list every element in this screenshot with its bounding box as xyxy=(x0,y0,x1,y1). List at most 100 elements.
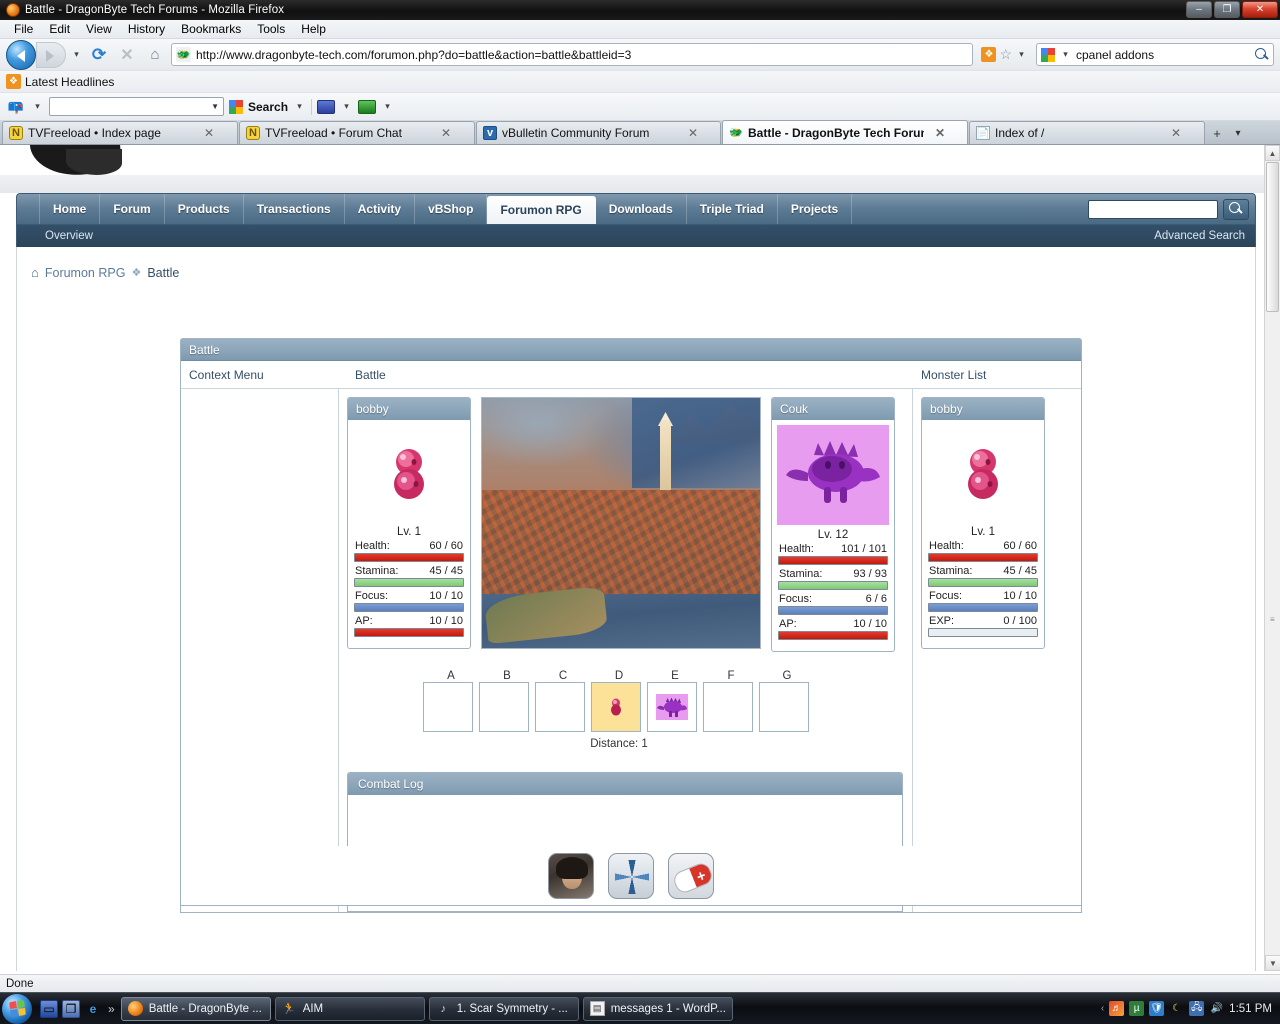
taskbar-button-firefox[interactable]: Battle - DragonByte ... xyxy=(120,996,271,1021)
taskbar-clock[interactable]: 1:51 PM xyxy=(1229,1003,1272,1015)
chevron-down-icon[interactable]: ▾ xyxy=(1059,49,1072,60)
google-toolbar-input[interactable]: ▼ xyxy=(49,97,224,116)
close-button[interactable]: ✕ xyxy=(1242,1,1278,18)
quick-launch-overflow-icon[interactable]: » xyxy=(108,1002,115,1016)
scrollbar-thumb[interactable] xyxy=(1266,162,1279,312)
forum-search-input[interactable] xyxy=(1088,199,1218,219)
google-search-label[interactable]: Search xyxy=(248,100,288,114)
enemy-stat-ap-value: 10 / 10 xyxy=(853,618,887,630)
grid-cell-e[interactable] xyxy=(647,682,697,732)
network-icon[interactable]: 🖧 xyxy=(1189,1001,1205,1016)
tab-tvfreeload-index[interactable]: N TVFreeload • Index page ✕ xyxy=(2,121,238,144)
volume-icon[interactable]: 🔊 xyxy=(1209,1001,1224,1016)
tab-tvfreeload-forum-chat[interactable]: N TVFreeload • Forum Chat ✕ xyxy=(239,121,475,144)
menu-bookmarks[interactable]: Bookmarks xyxy=(173,20,249,38)
blue-monitor-icon[interactable] xyxy=(317,99,336,114)
utorrent-icon[interactable]: µ xyxy=(1129,1001,1145,1016)
reload-icon[interactable]: ⟳ xyxy=(87,43,111,67)
stop-icon[interactable]: ✕ xyxy=(115,43,139,67)
mp3-tag-icon[interactable]: ♬ xyxy=(1109,1001,1125,1016)
internet-explorer-icon[interactable]: e xyxy=(84,1000,102,1018)
grid-letter-e: E xyxy=(671,670,679,682)
history-dropdown-icon[interactable]: ▾ xyxy=(70,49,83,60)
grid-cell-a[interactable] xyxy=(423,682,473,732)
search-input[interactable]: cpanel addons xyxy=(1076,48,1251,62)
new-tab-button[interactable]: + xyxy=(1206,122,1228,144)
windows-start-orb[interactable] xyxy=(2,993,32,1024)
menu-history[interactable]: History xyxy=(120,20,173,38)
tab-vbulletin-community-forum[interactable]: v vBulletin Community Forum ✕ xyxy=(476,121,721,144)
chevron-down-icon[interactable]: ▾ xyxy=(1015,49,1028,60)
grid-cell-c[interactable] xyxy=(535,682,585,732)
menu-tools[interactable]: Tools xyxy=(249,20,293,38)
nav-item-products[interactable]: Products xyxy=(165,194,244,224)
minimize-button[interactable]: – xyxy=(1186,1,1212,18)
chevron-down-icon[interactable]: ▾ xyxy=(381,101,394,112)
menu-help[interactable]: Help xyxy=(293,20,334,38)
switch-window-icon[interactable]: ❐ xyxy=(62,999,80,1018)
close-icon[interactable]: ✕ xyxy=(935,126,945,140)
nav-item-forumon-rpg[interactable]: Forumon RPG xyxy=(487,196,596,224)
advanced-search-link[interactable]: Advanced Search xyxy=(1154,230,1245,242)
taskbar-button-aim[interactable]: 🏃 AIM xyxy=(274,996,425,1021)
magnifier-icon[interactable] xyxy=(1255,47,1269,62)
chevron-down-icon[interactable]: ▾ xyxy=(340,101,353,112)
grid-cell-f[interactable] xyxy=(703,682,753,732)
capsule-medicine-icon[interactable] xyxy=(668,852,714,899)
taskbar-button-wordpad[interactable]: ▤ messages 1 - WordP... xyxy=(582,996,733,1021)
chevron-down-icon[interactable]: ▾ xyxy=(293,101,306,112)
sub-nav-overview[interactable]: Overview xyxy=(45,230,93,242)
grid-cell-b[interactable] xyxy=(479,682,529,732)
forum-search-button[interactable] xyxy=(1223,198,1249,220)
tab-list-icon[interactable]: ▾ xyxy=(1228,122,1248,144)
chevron-down-icon[interactable]: ▼ xyxy=(211,102,219,111)
portrait-icon[interactable] xyxy=(548,852,594,899)
bookmark-latest-headlines[interactable]: ❖ Latest Headlines xyxy=(6,74,114,89)
menu-file[interactable]: File xyxy=(6,20,41,38)
scroll-down-icon[interactable]: ▼ xyxy=(1265,955,1280,971)
tab-battle-dragonbyte[interactable]: 🐲 Battle - DragonByte Tech Forums ✕ xyxy=(722,120,968,144)
green-monitor-icon[interactable] xyxy=(358,99,377,114)
forward-arrow-icon[interactable] xyxy=(36,41,66,68)
close-icon[interactable]: ✕ xyxy=(688,126,698,140)
menu-edit[interactable]: Edit xyxy=(41,20,78,38)
mail-icon[interactable]: 📪 xyxy=(6,98,26,116)
rss-icon[interactable]: ❖ xyxy=(981,47,997,62)
tray-expand-icon[interactable]: ‹ xyxy=(1101,1003,1104,1014)
moon-icon[interactable]: ☾ xyxy=(1169,1001,1184,1016)
forum-nav-bar: Home Forum Products Transactions Activit… xyxy=(16,193,1256,225)
close-icon[interactable]: ✕ xyxy=(1171,126,1181,140)
context-menu-column xyxy=(181,389,339,912)
nav-item-vbshop[interactable]: vBShop xyxy=(415,194,488,224)
nav-item-projects[interactable]: Projects xyxy=(778,194,853,224)
tab-index-of[interactable]: 📄 Index of / ✕ xyxy=(969,121,1205,144)
address-bar[interactable]: 🐲 http://www.dragonbyte-tech.com/forumon… xyxy=(171,43,974,66)
page-scrollbar[interactable]: ▲ ≡ ▼ xyxy=(1264,145,1280,971)
show-desktop-icon[interactable]: ▭ xyxy=(40,999,58,1018)
close-icon[interactable]: ✕ xyxy=(441,126,451,140)
taskbar-button-media-player[interactable]: ♪ 1. Scar Symmetry - ... xyxy=(428,996,579,1021)
close-icon[interactable]: ✕ xyxy=(204,126,214,140)
menu-view[interactable]: View xyxy=(78,20,120,38)
nav-item-home[interactable]: Home xyxy=(39,194,101,224)
browser-search-box[interactable]: ▾ cpanel addons xyxy=(1036,43,1274,66)
nav-item-activity[interactable]: Activity xyxy=(345,194,416,224)
combatant-cards: bobby Lv. 1 Health: 60 / 60 Stamina: 45 … xyxy=(347,397,912,652)
nav-item-forum[interactable]: Forum xyxy=(100,194,165,224)
breadcrumb-item-forumon-rpg[interactable]: Forumon RPG xyxy=(45,266,126,280)
nav-item-downloads[interactable]: Downloads xyxy=(596,194,687,224)
monster-card[interactable]: bobby Lv. 1 Health: 60 / 60 Stamina: 45 … xyxy=(921,397,1045,649)
nav-item-triple-triad[interactable]: Triple Triad xyxy=(687,194,778,224)
grid-cell-g[interactable] xyxy=(759,682,809,732)
home-icon[interactable]: ⌂ xyxy=(143,43,167,67)
nav-item-transactions[interactable]: Transactions xyxy=(244,194,345,224)
shield-icon[interactable]: 🛡 xyxy=(1149,1001,1165,1016)
maximize-button[interactable]: ❐ xyxy=(1214,1,1240,18)
grid-cell-d[interactable] xyxy=(591,682,641,732)
chevron-down-icon[interactable]: ▾ xyxy=(31,101,44,112)
back-arrow-icon[interactable] xyxy=(6,39,36,70)
scroll-up-icon[interactable]: ▲ xyxy=(1265,145,1280,161)
star-icon[interactable]: ☆ xyxy=(999,46,1012,63)
home-icon[interactable]: ⌂ xyxy=(31,265,39,280)
compass-star-icon[interactable] xyxy=(608,852,654,899)
